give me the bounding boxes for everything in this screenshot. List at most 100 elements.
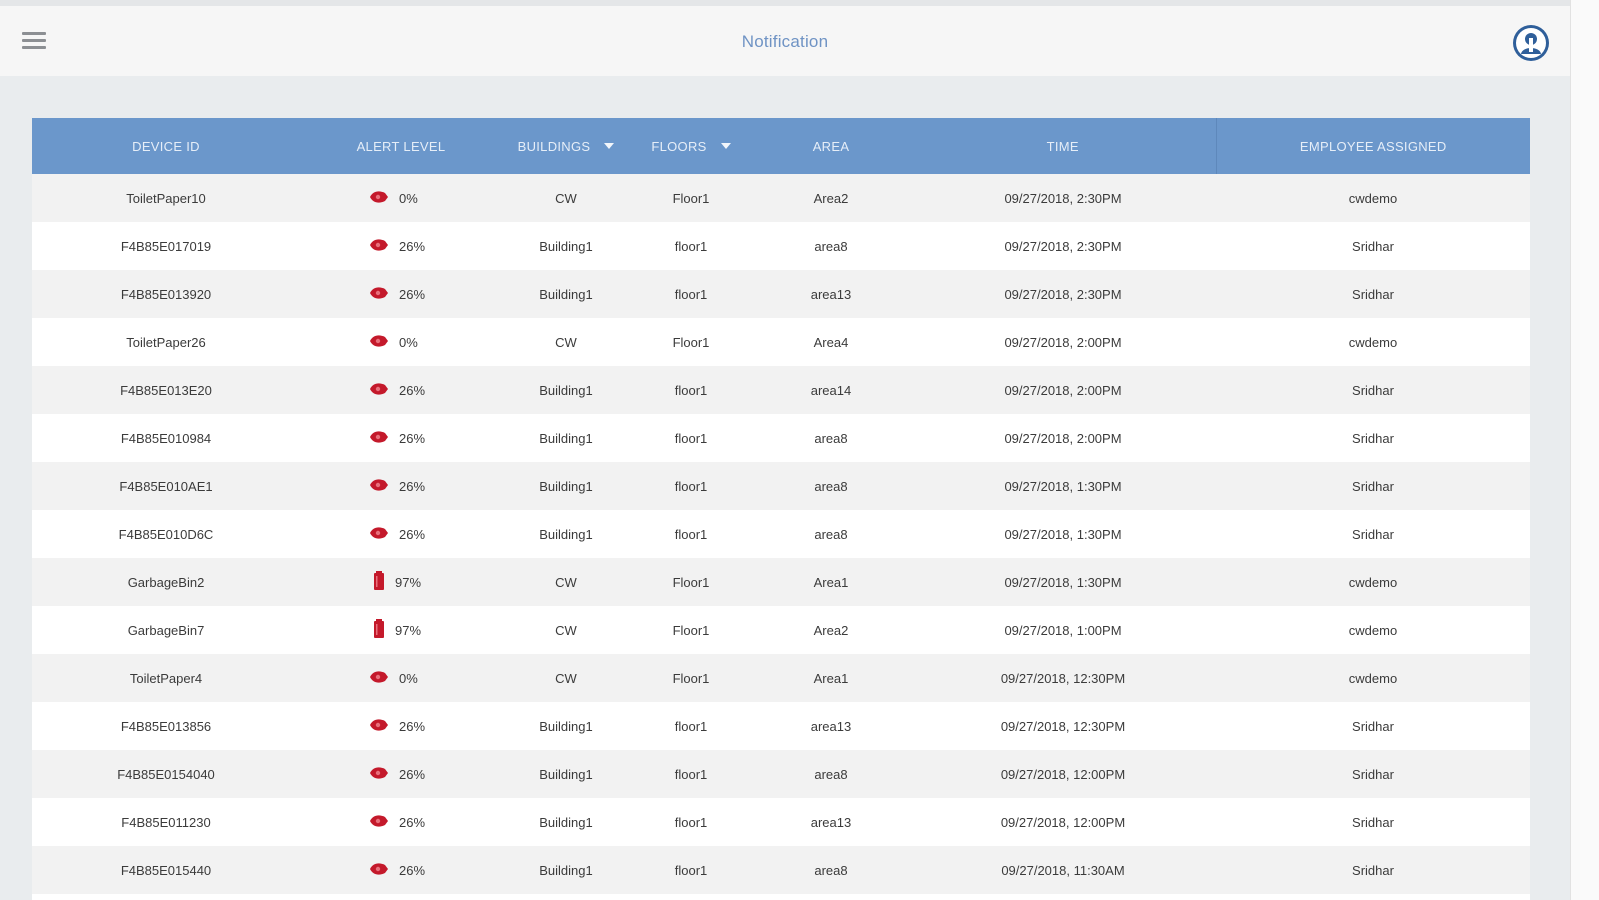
table-row[interactable]: F4B85E015440 26% Building1 floor1 area8 09/27… [32,846,1530,894]
device-id-cell: GarbageBin2 [127,574,205,590]
building-cell: Building1 [539,382,593,398]
table-row[interactable]: F4B85E0154040 26% Building1 floor1 area8 09/2… [32,750,1530,798]
notification-table: DEVICE ID ALERT LEVEL BUILDINGS FLOORS A… [32,118,1530,900]
building-cell: CW [555,574,577,590]
time-cell: 09/27/2018, 1:00PM [1004,622,1122,638]
building-cell: Building1 [539,430,593,446]
area-cell: area13 [810,814,852,830]
table-row[interactable]: F4B85E013856 26% Building1 floor1 area13 09/2… [32,702,1530,750]
toilet-paper-icon [369,430,389,447]
time-cell: 09/27/2018, 12:30PM [1000,718,1126,734]
column-header-alert-level: ALERT LEVEL [356,138,446,154]
page-title: Notification [741,32,829,51]
alert-level-cell: 0% [300,318,502,366]
device-id-cell: ToiletPaper10 [126,190,206,206]
device-id-cell: F4B85E013920 [120,286,212,302]
floor-cell: floor1 [674,478,708,494]
time-cell: 09/27/2018, 1:30PM [1004,574,1122,590]
employee-assigned-cell: cwdemo [1348,190,1398,206]
table-row[interactable]: F4B85E013E20 26% Building1 floor1 area14 09/2… [32,366,1530,414]
time-cell: 09/27/2018, 1:30PM [1004,478,1122,494]
toilet-paper-icon [369,382,389,399]
column-header-area: AREA [812,138,850,154]
alert-level-cell: 26% [300,414,502,462]
toilet-paper-icon [369,862,389,879]
area-cell: area8 [814,766,848,782]
time-cell: 09/27/2018, 12:00PM [1000,766,1126,782]
table-row[interactable]: GarbageBin7 97% CW Floor1 Area2 09/27/2018, 1… [32,606,1530,654]
floor-cell: Floor1 [672,574,710,590]
floor-cell: floor1 [674,862,708,878]
floor-cell: Floor1 [672,622,710,638]
alert-level-value: 26% [399,526,426,542]
alert-level-cell: 97% [300,606,502,654]
employee-assigned-cell: cwdemo [1348,622,1398,638]
garbage-bin-icon [373,618,385,642]
time-cell: 09/27/2018, 2:00PM [1004,382,1122,398]
area-cell: area14 [810,382,852,398]
alert-level-cell: 97% [300,558,502,606]
alert-level-cell: 26% [300,510,502,558]
alert-level-cell: 26% [300,222,502,270]
toilet-paper-icon [369,814,389,831]
user-avatar-icon[interactable] [1512,24,1550,62]
toilet-paper-icon [369,238,389,255]
floor-cell: Floor1 [672,334,710,350]
buildings-dropdown-icon[interactable] [604,143,615,149]
area-cell: Area1 [813,574,849,590]
alert-level-value: 26% [399,814,426,830]
toilet-paper-icon [369,670,389,687]
alert-level-cell: 26% [300,750,502,798]
time-cell: 09/27/2018, 11:30AM [1001,862,1125,878]
alert-level-value: 97% [395,622,422,638]
table-row[interactable]: F4B85E010984 26% Building1 floor1 area8 09/27… [32,414,1530,462]
building-cell: Building1 [539,238,593,254]
floor-cell: floor1 [674,238,708,254]
toilet-paper-icon [369,718,389,735]
table-row[interactable]: F4B85E010AE1 26% Building1 floor1 area8 09/27… [32,462,1530,510]
table-row[interactable]: F4B85E011230 26% Building1 floor1 area13 09/2… [32,798,1530,846]
area-cell: Area2 [813,190,849,206]
alert-level-cell: 26% [300,462,502,510]
column-header-buildings[interactable]: BUILDINGS [502,118,630,174]
alert-level-cell: 26% [300,798,502,846]
alert-level-cell: 26% [300,366,502,414]
device-id-cell: F4B85E0154040 [117,766,215,782]
toilet-paper-icon [369,190,389,207]
building-cell: CW [555,334,577,350]
building-cell: Building1 [539,478,593,494]
alert-level-value: 0% [399,670,418,686]
area-cell: Area2 [813,622,849,638]
alert-level-cell: 26% [300,702,502,750]
alert-level-value: 0% [399,334,418,350]
toilet-paper-icon [369,766,389,783]
alert-level-value: 26% [399,382,426,398]
device-id-cell: ToiletPaper26 [126,334,206,350]
employee-assigned-cell: Sridhar [1352,718,1394,734]
alert-level-value: 0% [399,190,418,206]
floor-cell: floor1 [674,718,708,734]
employee-assigned-cell: Sridhar [1352,382,1394,398]
table-row[interactable]: ToiletPaper26 0% CW Floor1 Area4 09/27/2018, … [32,318,1530,366]
top-app-bar: Notification [0,0,1570,76]
time-cell: 09/27/2018, 1:30PM [1004,526,1122,542]
device-id-cell: F4B85E017019 [120,238,212,254]
employee-assigned-cell: Sridhar [1352,814,1394,830]
table-row[interactable]: F4B85E017019 26% Building1 floor1 area8 09/27… [32,222,1530,270]
building-cell: Building1 [539,286,593,302]
time-cell: 09/27/2018, 2:00PM [1004,334,1122,350]
table-row[interactable]: F4B85E013920 26% Building1 floor1 area13 09/2… [32,270,1530,318]
device-id-cell: F4B85E013E20 [120,382,212,398]
table-row[interactable]: ToiletPaper10 0% CW Floor1 Area2 09/27/2018, … [32,174,1530,222]
floors-dropdown-icon[interactable] [720,143,731,149]
area-cell: area8 [814,478,848,494]
employee-assigned-cell: Sridhar [1352,478,1394,494]
scrollbar[interactable] [1570,0,1599,900]
employee-assigned-cell: Sridhar [1352,238,1394,254]
area-cell: area8 [814,862,848,878]
table-row[interactable]: GarbageBin2 97% CW Floor1 Area1 09/27/2018, 1… [32,558,1530,606]
toilet-paper-icon [369,478,389,495]
column-header-floors[interactable]: FLOORS [630,118,752,174]
table-row[interactable]: ToiletPaper4 0% CW Floor1 Area1 09/27/2018, 1… [32,654,1530,702]
table-row[interactable]: F4B85E010D6C 26% Building1 floor1 area8 09/27… [32,510,1530,558]
